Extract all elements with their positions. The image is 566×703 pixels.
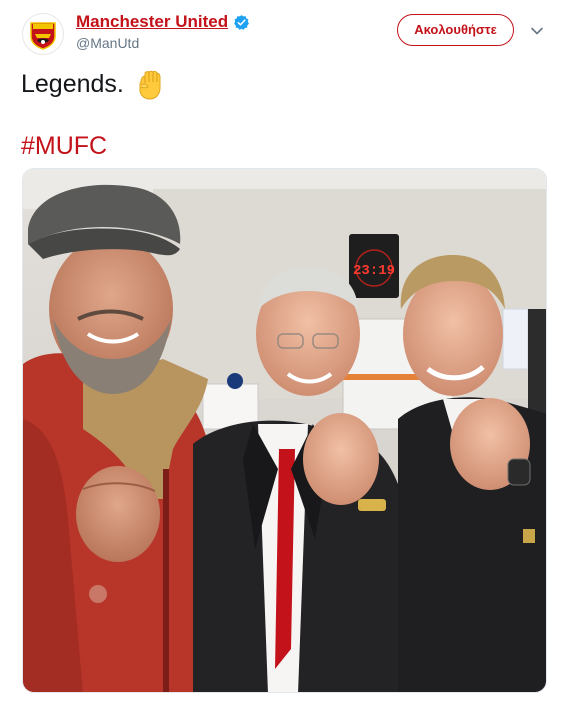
tweet-text: Legends. [21, 66, 166, 103]
manutd-crest-icon [24, 15, 62, 53]
avatar[interactable] [22, 13, 64, 55]
chevron-down-icon[interactable] [530, 24, 544, 38]
display-name[interactable]: Manchester United [76, 12, 228, 32]
account-info: Manchester United @ManUtd [76, 12, 250, 51]
verified-badge-icon [234, 14, 250, 30]
tweet-header: Manchester United @ManUtd Ακολουθήστε [0, 0, 566, 66]
clock-display: 23:19 [353, 263, 395, 279]
raised-fist-icon [139, 70, 161, 100]
tweet-text-content: Legends. [21, 70, 124, 98]
follow-button[interactable]: Ακολουθήστε [397, 14, 514, 46]
hashtag-link[interactable]: #MUFC [21, 128, 107, 164]
account-handle[interactable]: @ManUtd [76, 35, 250, 51]
photo-illustration: 23:19 [23, 169, 546, 692]
tweet-photo[interactable]: 23:19 [22, 168, 547, 693]
